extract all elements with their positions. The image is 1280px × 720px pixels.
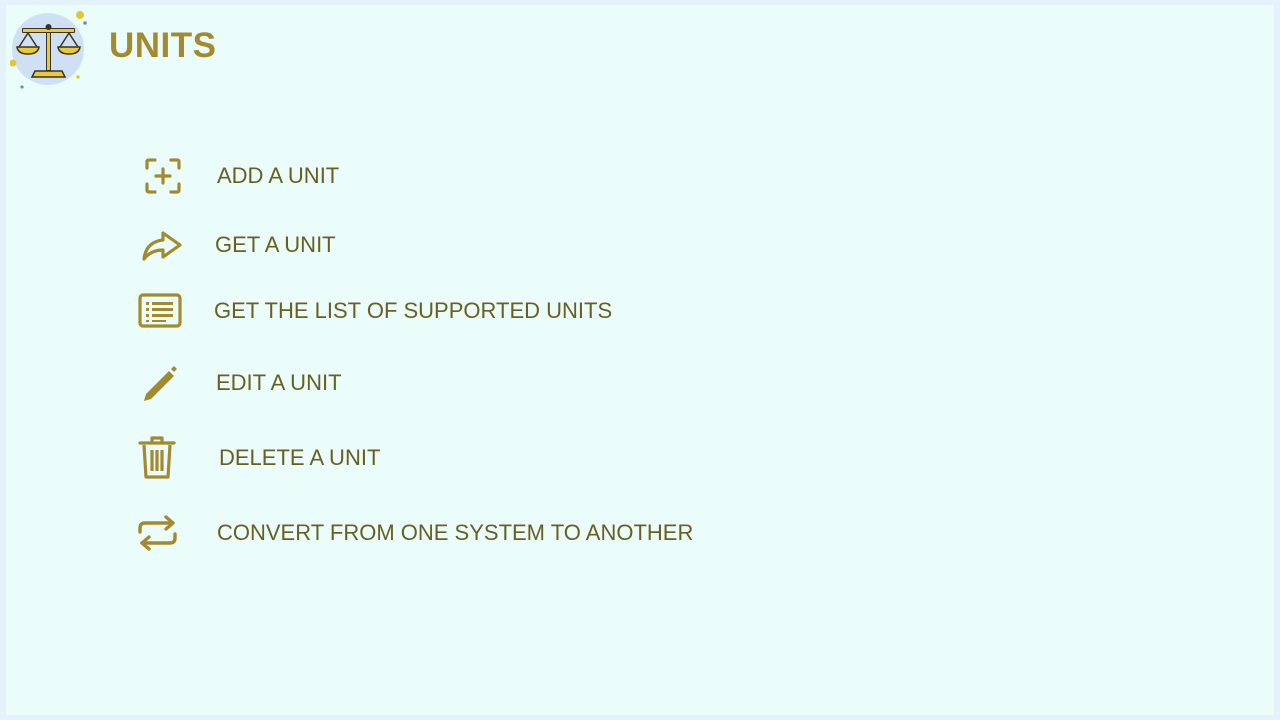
menu-item-add-unit[interactable]: ADD A UNIT: [138, 151, 438, 201]
trash-icon: [132, 433, 182, 483]
menu-item-label: GET THE LIST OF SUPPORTED UNITS: [214, 298, 613, 323]
share-arrow-icon: [136, 220, 186, 270]
menu-item-label: GET A UNIT: [215, 232, 336, 257]
menu-item-get-unit[interactable]: GET A UNIT: [136, 220, 436, 270]
add-square-icon: [138, 151, 188, 201]
menu-item-edit-unit[interactable]: EDIT A UNIT: [136, 358, 436, 408]
menu-item-delete-unit[interactable]: DELETE A UNIT: [132, 433, 472, 483]
menu-item-label: ADD A UNIT: [217, 163, 340, 188]
units-page: UNITS ADD A UNIT GET A UNIT GET THE LIST…: [6, 5, 1274, 715]
menu-item-convert-system[interactable]: CONVERT FROM ONE SYSTEM TO ANOTHER: [131, 508, 731, 558]
page-title: UNITS: [109, 26, 217, 65]
list-icon: [135, 286, 185, 336]
menu-item-label: DELETE A UNIT: [219, 445, 381, 470]
menu-item-label: CONVERT FROM ONE SYSTEM TO ANOTHER: [217, 520, 694, 545]
page-header: UNITS: [6, 5, 406, 95]
pencil-icon: [136, 358, 186, 408]
scale-balance-icon: [9, 9, 96, 95]
menu-item-label: EDIT A UNIT: [216, 370, 342, 395]
menu-item-list-units[interactable]: GET THE LIST OF SUPPORTED UNITS: [135, 286, 655, 336]
repeat-arrows-icon: [131, 508, 181, 558]
